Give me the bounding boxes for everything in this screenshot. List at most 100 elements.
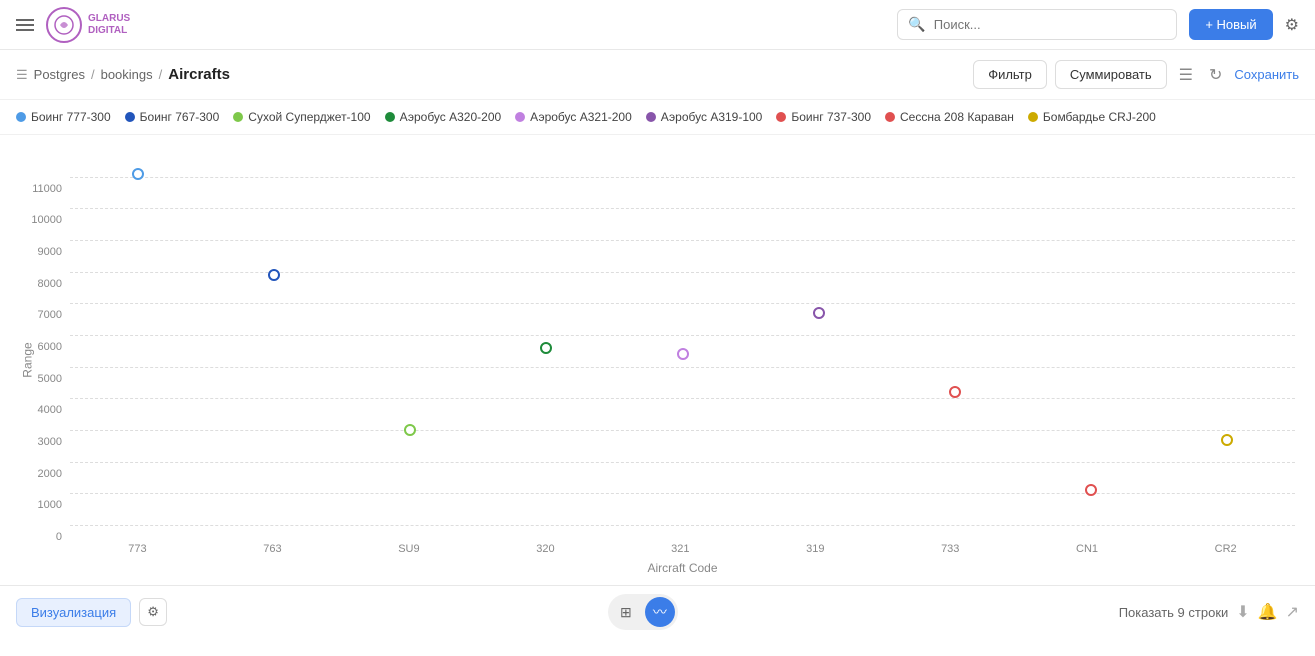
chart-settings-icon[interactable]: ⚙ (139, 598, 167, 626)
refresh-icon[interactable]: ↻ (1205, 61, 1226, 89)
x-label-763: 763 (263, 543, 281, 555)
y-label-2000: 2000 (38, 468, 62, 480)
table-view-button[interactable]: ⊞ (611, 597, 641, 627)
legend-item-320: Аэробус А320-200 (385, 110, 502, 124)
scatter-point-320[interactable] (540, 342, 552, 354)
grid-line-1000 (70, 493, 1295, 494)
y-label-6000: 6000 (38, 341, 62, 353)
save-button[interactable]: Сохранить (1234, 67, 1299, 82)
grid-line-5000 (70, 367, 1295, 368)
chart-inner: 0100020003000400050006000700080009000100… (70, 145, 1295, 525)
database-icon: ☰ (16, 67, 28, 83)
legend-dot-CN1 (885, 112, 895, 122)
legend-label-CN1: Сессна 208 Караван (900, 110, 1014, 124)
x-label-773: 773 (128, 543, 146, 555)
breadcrumb: ☰ Postgres / bookings / Aircrafts Фильтр… (0, 50, 1315, 100)
logo: GLARUSDIGITAL (46, 7, 130, 43)
y-label-11000: 11000 (32, 183, 62, 195)
settings-icon[interactable]: ⚙ (1285, 15, 1299, 35)
legend-item-733: Боинг 737-300 (776, 110, 871, 124)
menu-icon[interactable] (16, 19, 34, 31)
search-input[interactable] (934, 17, 1167, 32)
grid-line-2000 (70, 462, 1295, 463)
chart-container: Range 0100020003000400050006000700080009… (0, 135, 1315, 585)
legend-label-321: Аэробус А321-200 (530, 110, 632, 124)
breadcrumb-sep2: / (159, 67, 163, 82)
scatter-point-CN1[interactable] (1085, 484, 1097, 496)
legend-dot-321 (515, 112, 525, 122)
grid-line-11000 (70, 177, 1295, 178)
grid-line-0 (70, 525, 1295, 526)
legend-dot-CR2 (1028, 112, 1038, 122)
legend-label-SU9: Сухой Суперджет-100 (248, 110, 370, 124)
grid-line-3000 (70, 430, 1295, 431)
topbar: GLARUSDIGITAL 🔍 + Новый ⚙ (0, 0, 1315, 50)
x-label-733: 733 (941, 543, 959, 555)
legend-dot-773 (16, 112, 26, 122)
x-labels: 773 763 SU9 320 321 319 733 CN1 CR2 (70, 543, 1295, 555)
chart-legend: Боинг 777-300 Боинг 767-300 Сухой Супердже… (0, 100, 1315, 135)
scatter-point-763[interactable] (268, 269, 280, 281)
logo-icon (46, 7, 82, 43)
share-icon[interactable]: ↗ (1286, 602, 1299, 622)
view-toggle: ⊞ 〰 (608, 594, 678, 630)
breadcrumb-bookings[interactable]: bookings (101, 67, 153, 82)
alert-icon[interactable]: 🔔 (1258, 602, 1278, 622)
legend-dot-319 (646, 112, 656, 122)
legend-item-763: Боинг 767-300 (125, 110, 220, 124)
scatter-point-319[interactable] (813, 307, 825, 319)
search-icon: 🔍 (908, 16, 925, 33)
x-axis-label: Aircraft Code (647, 561, 717, 575)
scatter-point-733[interactable] (949, 386, 961, 398)
breadcrumb-postgres[interactable]: Postgres (34, 67, 85, 82)
y-label-10000: 10000 (31, 214, 62, 226)
legend-label-319: Аэробус А319-100 (661, 110, 763, 124)
y-label-8000: 8000 (38, 278, 62, 290)
y-label-0: 0 (56, 531, 62, 543)
summarize-button[interactable]: Суммировать (1055, 60, 1167, 89)
bottom-icons: ⬇ 🔔 ↗ (1236, 602, 1299, 622)
legend-label-763: Боинг 767-300 (140, 110, 220, 124)
x-label-319: 319 (806, 543, 824, 555)
x-label-321: 321 (671, 543, 689, 555)
y-label-7000: 7000 (38, 309, 62, 321)
visualization-button[interactable]: Визуализация (16, 598, 131, 627)
logo-text: GLARUSDIGITAL (88, 13, 130, 37)
legend-item-773: Боинг 777-300 (16, 110, 111, 124)
scatter-point-CR2[interactable] (1221, 434, 1233, 446)
legend-dot-SU9 (233, 112, 243, 122)
legend-label-CR2: Бомбардье CRJ-200 (1043, 110, 1156, 124)
y-label-3000: 3000 (38, 436, 62, 448)
breadcrumb-current: Aircrafts (168, 66, 230, 83)
legend-item-321: Аэробус А321-200 (515, 110, 632, 124)
x-label-CR2: CR2 (1215, 543, 1237, 555)
grid-line-9000 (70, 240, 1295, 241)
scatter-point-SU9[interactable] (404, 424, 416, 436)
legend-label-320: Аэробус А320-200 (400, 110, 502, 124)
grid-line-6000 (70, 335, 1295, 336)
legend-dot-763 (125, 112, 135, 122)
y-axis-label: Range (21, 342, 35, 377)
legend-label-733: Боинг 737-300 (791, 110, 871, 124)
scatter-point-773[interactable] (132, 168, 144, 180)
scatter-point-321[interactable] (677, 348, 689, 360)
y-label-5000: 5000 (38, 373, 62, 385)
legend-dot-320 (385, 112, 395, 122)
show-rows-label: Показать 9 строки (1119, 605, 1229, 620)
x-label-320: 320 (536, 543, 554, 555)
grid-line-8000 (70, 272, 1295, 273)
new-button[interactable]: + Новый (1189, 9, 1272, 40)
chart-view-button[interactable]: 〰 (645, 597, 675, 627)
download-icon[interactable]: ⬇ (1236, 602, 1249, 622)
column-settings-icon[interactable]: ☰ (1175, 61, 1197, 89)
x-label-SU9: SU9 (398, 543, 419, 555)
y-label-9000: 9000 (38, 246, 62, 258)
search-box[interactable]: 🔍 (897, 9, 1177, 40)
x-label-CN1: CN1 (1076, 543, 1098, 555)
filter-button[interactable]: Фильтр (973, 60, 1047, 89)
y-label-1000: 1000 (38, 499, 62, 511)
grid-line-7000 (70, 303, 1295, 304)
bottombar: Визуализация ⚙ ⊞ 〰 Показать 9 строки ⬇ 🔔… (0, 585, 1315, 638)
y-label-4000: 4000 (38, 404, 62, 416)
legend-label-773: Боинг 777-300 (31, 110, 111, 124)
